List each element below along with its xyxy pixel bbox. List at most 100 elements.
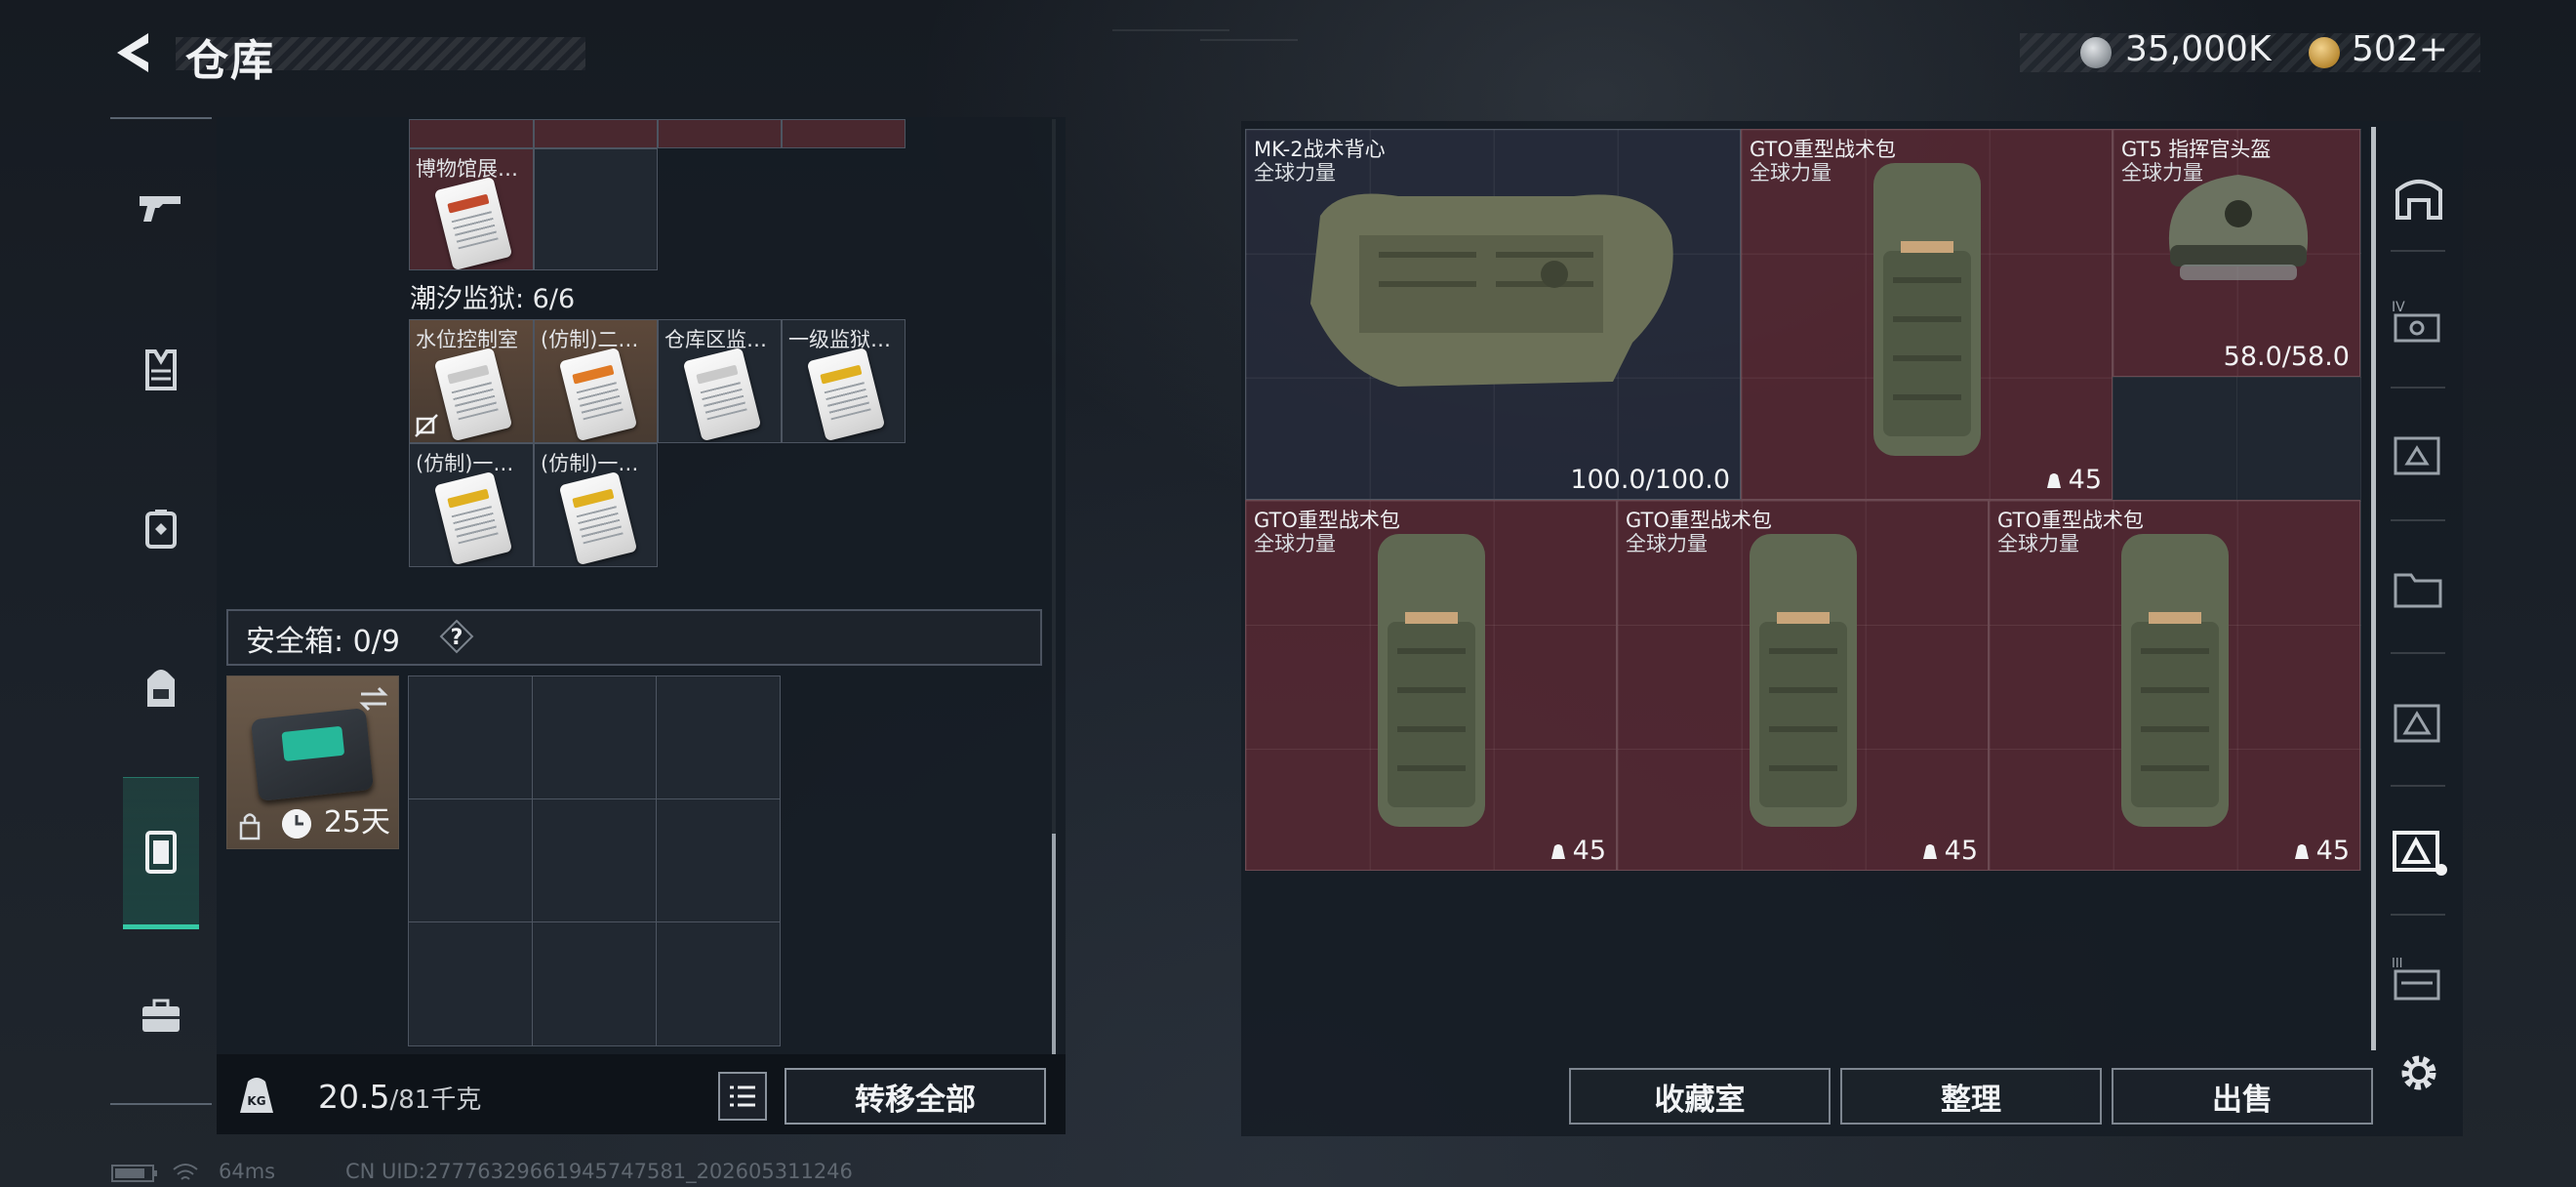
- empty-slot[interactable]: [534, 148, 658, 270]
- stash-2-icon: [2394, 436, 2440, 475]
- roman-numeral: III: [2392, 957, 2403, 971]
- stash-tab-1[interactable]: [2385, 164, 2453, 232]
- vest-icon: [145, 510, 177, 549]
- stash-item-backpack[interactable]: GTO重型战术包 全球力量 45: [1617, 500, 1989, 871]
- swap-icon[interactable]: [357, 684, 390, 714]
- item-capacity: 45: [1921, 836, 1978, 866]
- nav-toolbox[interactable]: [123, 972, 199, 1060]
- item-faction: 全球力量: [1997, 532, 2079, 555]
- gold-amount[interactable]: 502+: [2352, 29, 2448, 69]
- nav-vest[interactable]: [123, 484, 199, 572]
- keycard-slot[interactable]: 一级监狱…: [782, 319, 906, 443]
- safe-case-item[interactable]: 25天: [226, 675, 399, 849]
- keycard-image: [433, 176, 513, 269]
- safe-case-image: [250, 708, 375, 801]
- nav-divider: [2391, 785, 2445, 787]
- stash-tab-2[interactable]: [2385, 420, 2453, 488]
- weight-icon: KG: [240, 1078, 273, 1113]
- empty-slot[interactable]: [656, 675, 781, 799]
- empty-slot[interactable]: [532, 921, 657, 1046]
- roman-numeral: IV: [2392, 300, 2405, 315]
- item-faction: 全球力量: [1254, 161, 1336, 184]
- backpack-icon: [147, 670, 175, 707]
- capacity-value: 45: [1572, 836, 1606, 866]
- empty-slot[interactable]: [656, 798, 781, 922]
- lock-icon: [239, 813, 261, 840]
- svg-text:KG: KG: [247, 1094, 265, 1108]
- empty-slot[interactable]: [532, 798, 657, 922]
- keycard-image: [806, 347, 886, 442]
- keycard-slot[interactable]: 水位控制室: [409, 319, 534, 443]
- uid-readout: CN UID:27776329661945747581_202605311246: [345, 1160, 853, 1183]
- stash-item-vest[interactable]: MK-2战术背心 全球力量 100.0/100.0: [1245, 129, 1741, 500]
- inventory-scroll-thumb[interactable]: [1052, 834, 1056, 1054]
- item-durability: 58.0/58.0: [2223, 342, 2350, 372]
- item-faction: 全球力量: [1750, 161, 1831, 184]
- empty-slot[interactable]: [408, 798, 533, 922]
- keycard-label: 水位控制室: [416, 328, 518, 351]
- empty-slot[interactable]: [408, 921, 533, 1046]
- transfer-all-button[interactable]: 转移全部: [785, 1068, 1046, 1125]
- item-capacity: 45: [2045, 465, 2102, 495]
- keycard-slot[interactable]: (仿制)一…: [409, 443, 534, 567]
- keycard-image: [682, 347, 762, 442]
- clock-icon: [282, 809, 311, 839]
- empty-slot[interactable]: [656, 921, 781, 1046]
- nav-backpack[interactable]: [123, 644, 199, 732]
- ping-readout: 64ms: [219, 1160, 276, 1183]
- nav-gun[interactable]: [123, 164, 199, 252]
- item-slot[interactable]: [658, 119, 782, 148]
- item-slot[interactable]: [782, 119, 906, 148]
- nav-divider: [2391, 652, 2445, 654]
- gear-icon: [2401, 1055, 2436, 1090]
- stash-tab-folder[interactable]: [2385, 554, 2453, 623]
- safe-case-duration: 25天: [323, 805, 390, 839]
- settings-button[interactable]: [2385, 1039, 2453, 1107]
- vest-image: [1310, 193, 1673, 387]
- keycard-museum[interactable]: 博物馆展…: [409, 148, 534, 270]
- stash-4-icon: IV: [2392, 300, 2440, 343]
- gold-coin-icon[interactable]: [2309, 37, 2340, 68]
- stash-item-helmet[interactable]: GT5 指挥官头盔 全球力量 58.0/58.0: [2113, 129, 2360, 377]
- no-transfer-icon: [415, 414, 438, 437]
- collection-room-button[interactable]: 收藏室: [1569, 1068, 1831, 1125]
- keycard-slot[interactable]: (仿制)一…: [534, 443, 658, 567]
- stash-tab-4[interactable]: IV: [2385, 287, 2453, 355]
- item-capacity: 45: [2293, 836, 2350, 866]
- item-slot[interactable]: [534, 119, 658, 148]
- item-slot[interactable]: [409, 119, 534, 148]
- sell-button[interactable]: 出售: [2112, 1068, 2373, 1125]
- item-capacity: 45: [1550, 836, 1606, 866]
- nav-safebox[interactable]: [123, 777, 199, 929]
- nav-armor[interactable]: [123, 326, 199, 414]
- back-icon[interactable]: [109, 27, 160, 78]
- stash-item-backpack[interactable]: GTO重型战术包 全球力量 45: [1245, 500, 1617, 871]
- stash-1-icon: [2395, 180, 2442, 220]
- battery-icon: [111, 1165, 157, 1182]
- gun-icon: [140, 196, 181, 222]
- stash-tab-active[interactable]: [2385, 816, 2453, 884]
- bg-light-streak: [1200, 39, 1298, 41]
- keycard-slot[interactable]: (仿制)二…: [534, 319, 658, 443]
- stash-lv3-icon: III: [2392, 957, 2440, 1001]
- empty-slot[interactable]: [532, 675, 657, 799]
- organize-button[interactable]: 整理: [1840, 1068, 2102, 1125]
- keycard-slot[interactable]: 仓库区监…: [658, 319, 782, 443]
- stash-item-backpack[interactable]: GTO重型战术包 全球力量 45: [1989, 500, 2360, 871]
- stash-tab-3[interactable]: [2385, 687, 2453, 756]
- page-title: 仓库: [185, 36, 275, 86]
- list-view-button[interactable]: [718, 1072, 767, 1121]
- backpack-image: [1749, 534, 1857, 827]
- help-icon[interactable]: ?: [439, 619, 474, 654]
- stash-scrollbar[interactable]: [2371, 127, 2376, 1050]
- stash-item-backpack[interactable]: GTO重型战术包 全球力量 45: [1741, 129, 2113, 500]
- weight-max: /81千克: [389, 1085, 482, 1115]
- safebox-grid[interactable]: [408, 675, 781, 1046]
- backpack-image: [2120, 534, 2229, 827]
- weight-current: 20.5: [318, 1078, 390, 1116]
- stash-tab-lv3[interactable]: III: [2385, 945, 2453, 1013]
- keycard-label: 博物馆展…: [416, 157, 518, 181]
- capacity-icon: [1922, 844, 1937, 859]
- empty-slot[interactable]: [408, 675, 533, 799]
- capacity-value: 45: [2068, 465, 2102, 495]
